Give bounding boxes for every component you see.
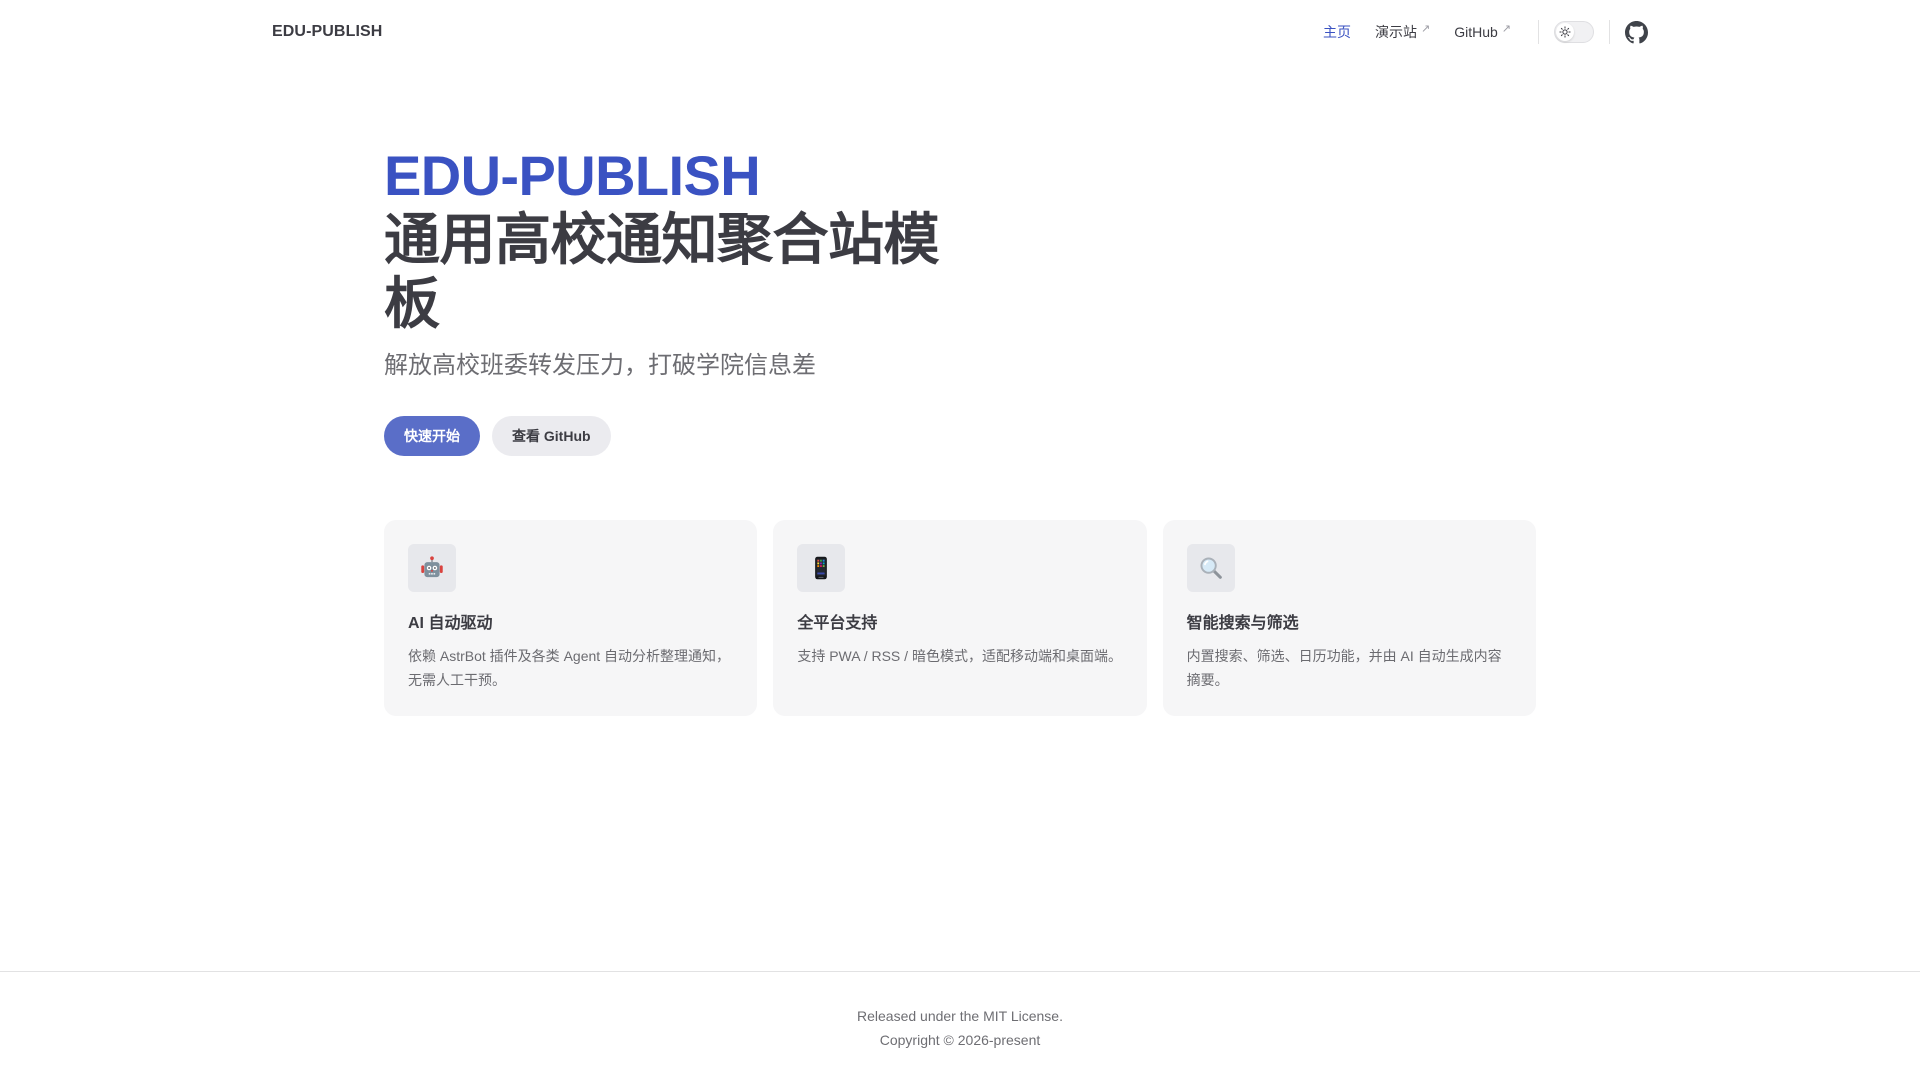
theme-toggle-knob: [1556, 23, 1574, 41]
feature-card-search: 智能搜索与筛选 内置搜索、筛选、日历功能，并由 AI 自动生成内容摘要。: [1162, 520, 1536, 716]
external-link-icon: ↗: [1420, 23, 1431, 35]
hero-name: EDU-PUBLISH: [384, 144, 761, 207]
feature-card-platform: 全平台支持 支持 PWA / RSS / 暗色模式，适配移动端和桌面端。: [773, 520, 1147, 716]
feature-title: 智能搜索与筛选: [1186, 615, 1299, 632]
footer-message: Released under the MIT License.: [857, 1008, 1063, 1024]
feature-title: 全平台支持: [797, 615, 878, 632]
nav-link-github[interactable]: GitHub ↗: [1442, 0, 1523, 64]
features-section: AI 自动驱动 依赖 AstrBot 插件及各类 Agent 自动分析整理通知，…: [384, 520, 1536, 716]
robot-icon: [408, 544, 456, 592]
nav-link-demo-site[interactable]: 演示站 ↗: [1363, 0, 1442, 64]
theme-toggle[interactable]: [1554, 21, 1594, 43]
feature-description: 内置搜索、筛选、日历功能，并由 AI 自动生成内容摘要。: [1186, 648, 1502, 688]
feature-description: 支持 PWA / RSS / 暗色模式，适配移动端和桌面端。: [797, 648, 1122, 664]
navbar-inner: EDU-PUBLISH 主页 演示站 ↗ GitHub ↗: [240, 0, 1680, 64]
nav-divider: [1538, 20, 1539, 44]
github-icon: [1625, 20, 1648, 44]
nav-link-demo-site-label: 演示站: [1374, 24, 1417, 40]
nav-divider: [1609, 20, 1610, 44]
magnifier-icon: [1186, 544, 1235, 592]
nav-link-home[interactable]: 主页: [1311, 0, 1363, 64]
navbar: EDU-PUBLISH 主页 演示站 ↗ GitHub ↗: [0, 0, 1920, 64]
hero-tagline: 解放高校班委转发压力，打破学院信息差: [384, 352, 816, 379]
hero-actions: 快速开始 查看 GitHub: [384, 416, 1536, 456]
navbar-menu: 主页 演示站 ↗ GitHub ↗: [1311, 0, 1648, 64]
hero-heading: 通用高校通知聚合站模板: [384, 208, 940, 335]
feature-title: AI 自动驱动: [408, 615, 493, 632]
nav-link-github-label: GitHub: [1454, 24, 1498, 40]
footer-copyright: Copyright © 2026-present: [879, 1032, 1041, 1048]
site-logo[interactable]: EDU-PUBLISH: [272, 23, 382, 41]
mobile-phone-icon: [797, 544, 846, 592]
home-main: EDU-PUBLISH 通用高校通知聚合站模板 解放高校班委转发压力，打破学院信…: [0, 64, 1920, 971]
external-link-icon: ↗: [1501, 23, 1511, 35]
feature-card-ai: AI 自动驱动 依赖 AstrBot 插件及各类 Agent 自动分析整理通知，…: [384, 520, 758, 716]
quick-start-button[interactable]: 快速开始: [384, 416, 480, 456]
footer: Released under the MIT License. Copyrigh…: [0, 971, 1920, 1080]
feature-description: 依赖 AstrBot 插件及各类 Agent 自动分析整理通知，无需人工干预。: [408, 648, 731, 688]
view-github-button[interactable]: 查看 GitHub: [492, 416, 611, 456]
hero-section: EDU-PUBLISH 通用高校通知聚合站模板 解放高校班委转发压力，打破学院信…: [384, 64, 1536, 456]
sun-icon: [1559, 26, 1571, 38]
github-social-link[interactable]: [1625, 20, 1648, 44]
